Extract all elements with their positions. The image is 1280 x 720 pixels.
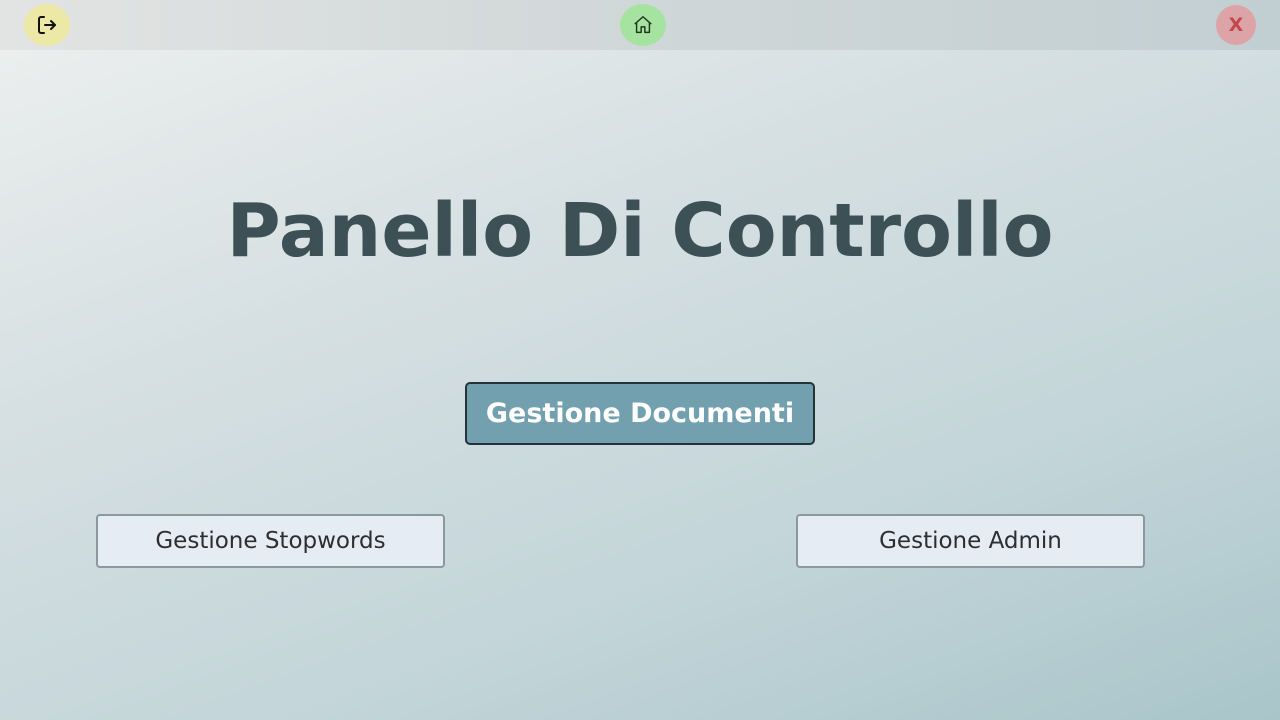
home-button[interactable] bbox=[620, 4, 666, 46]
close-button[interactable]: X bbox=[1216, 5, 1256, 45]
page-title: Panello Di Controllo bbox=[226, 188, 1054, 274]
gestione-admin-button[interactable]: Gestione Admin bbox=[796, 514, 1145, 568]
close-label: X bbox=[1228, 14, 1244, 36]
logout-button[interactable] bbox=[24, 4, 70, 46]
gestione-documenti-button[interactable]: Gestione Documenti bbox=[465, 382, 815, 445]
top-bar: X bbox=[0, 0, 1280, 50]
home-icon bbox=[634, 16, 652, 34]
gestione-stopwords-button[interactable]: Gestione Stopwords bbox=[96, 514, 445, 568]
logout-icon bbox=[38, 16, 56, 34]
